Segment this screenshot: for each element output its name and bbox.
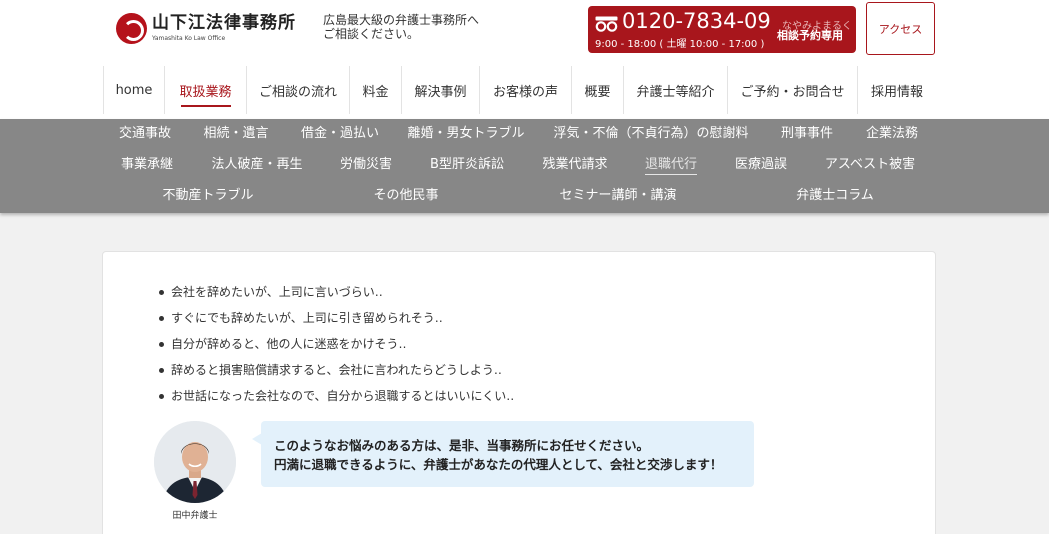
nav-item-reservation[interactable]: ご予約・お問合せ <box>727 66 857 114</box>
logo-mark-icon <box>116 13 147 44</box>
lawyer-avatar <box>154 421 236 503</box>
subnav-item-divorce[interactable]: 離婚・男女トラブル <box>407 126 524 142</box>
subnav-item-asbestos[interactable]: アスベスト被害 <box>825 157 915 173</box>
subnav-item-hepatitis-b[interactable]: B型肝炎訴訟 <box>430 157 504 173</box>
speech-bubble: このようなお悩みのある方は、是非、当事務所にお任せください。 円満に退職できるよ… <box>252 421 754 487</box>
phone-contact-button[interactable]: 0120-7834-09 なやみよまるく 9:00 - 18:00 ( 土曜 1… <box>588 6 856 53</box>
main-nav: home 取扱業務 ご相談の流れ 料金 解決事例 お客様の声 概要 弁護士等紹介… <box>103 66 936 114</box>
phone-hours: 9:00 - 18:00 ( 土曜 10:00 - 17:00 ) <box>595 39 765 50</box>
subnav-item-debt[interactable]: 借金・過払い <box>301 126 379 142</box>
list-item: お世話になった会社なので、自分から退職するとはいいにくい‥ <box>158 383 514 409</box>
nav-item-overview[interactable]: 概要 <box>571 66 623 114</box>
subnav-item-other-civil[interactable]: その他民事 <box>373 188 438 204</box>
nav-item-consultation-flow[interactable]: ご相談の流れ <box>246 66 349 114</box>
subnav-item-medical[interactable]: 医療過誤 <box>735 157 787 173</box>
site-header: 山下江法律事務所 Yamashita Ko Law Office 広島最大級の弁… <box>0 0 1049 119</box>
lawyer-caption: 田中弁護士 <box>172 511 218 521</box>
subnav-item-infidelity[interactable]: 浮気・不倫（不貞行為）の慰謝料 <box>553 126 748 142</box>
subnav-item-corporate[interactable]: 企業法務 <box>866 126 918 142</box>
list-item: すぐにでも辞めたいが、上司に引き留められそう‥ <box>158 305 514 331</box>
subnav-item-bankruptcy[interactable]: 法人破産・再生 <box>211 157 302 173</box>
nav-item-fees[interactable]: 料金 <box>349 66 401 114</box>
header-tagline: 広島最大級の弁護士事務所へ ご相談ください。 <box>323 13 480 41</box>
bubble-line-2: 円満に退職できるように、弁護士があなたの代理人として、会社と交渉します！ <box>274 457 723 472</box>
subnav-item-criminal[interactable]: 刑事事件 <box>781 126 833 142</box>
subnav-item-real-estate[interactable]: 不動産トラブル <box>162 188 253 204</box>
logo-subtitle: Yamashita Ko Law Office <box>152 35 226 42</box>
phone-label: 相談予約専用 <box>777 29 843 42</box>
practice-area-nav: 交通事故 相続・遺言 借金・過払い 離婚・男女トラブル 浮気・不倫（不貞行為）の… <box>0 119 1049 213</box>
subnav-item-labor-accident[interactable]: 労働災害 <box>340 157 392 173</box>
logo-name: 山下江法律事務所 <box>152 13 296 33</box>
nav-item-recruit[interactable]: 採用情報 <box>857 66 936 114</box>
nav-item-cases[interactable]: 解決事例 <box>401 66 479 114</box>
nav-item-services[interactable]: 取扱業務 <box>164 66 246 114</box>
nav-item-testimonials[interactable]: お客様の声 <box>479 66 571 114</box>
bubble-line-1: このようなお悩みのある方は、是非、当事務所にお任せください。 <box>274 438 650 453</box>
free-dial-icon <box>595 16 618 32</box>
list-item: 会社を辞めたいが、上司に言いづらい‥ <box>158 279 514 305</box>
site-logo[interactable]: 山下江法律事務所 Yamashita Ko Law Office <box>116 13 301 45</box>
phone-number: 0120-7834-09 <box>622 9 771 33</box>
subnav-item-traffic-accident[interactable]: 交通事故 <box>119 126 171 142</box>
subnav-item-succession[interactable]: 事業承継 <box>121 157 173 173</box>
subnav-item-overtime[interactable]: 残業代請求 <box>542 157 607 173</box>
nav-item-lawyers[interactable]: 弁護士等紹介 <box>623 66 727 114</box>
list-item: 自分が辞めると、他の人に迷惑をかけそう‥ <box>158 331 514 357</box>
subnav-item-seminar[interactable]: セミナー講師・講演 <box>559 188 676 204</box>
subnav-item-inheritance[interactable]: 相続・遺言 <box>203 126 268 142</box>
concern-list: 会社を辞めたいが、上司に言いづらい‥ すぐにでも辞めたいが、上司に引き留められそ… <box>158 279 514 409</box>
access-button[interactable]: アクセス <box>866 2 935 55</box>
subnav-item-column[interactable]: 弁護士コラム <box>796 188 874 204</box>
subnav-item-resignation[interactable]: 退職代行 <box>644 157 698 175</box>
content-card: 会社を辞めたいが、上司に言いづらい‥ すぐにでも辞めたいが、上司に引き留められそ… <box>102 251 936 534</box>
list-item: 辞めると損害賠償請求すると、会社に言われたらどうしよう‥ <box>158 357 514 383</box>
nav-item-home[interactable]: home <box>103 66 164 114</box>
